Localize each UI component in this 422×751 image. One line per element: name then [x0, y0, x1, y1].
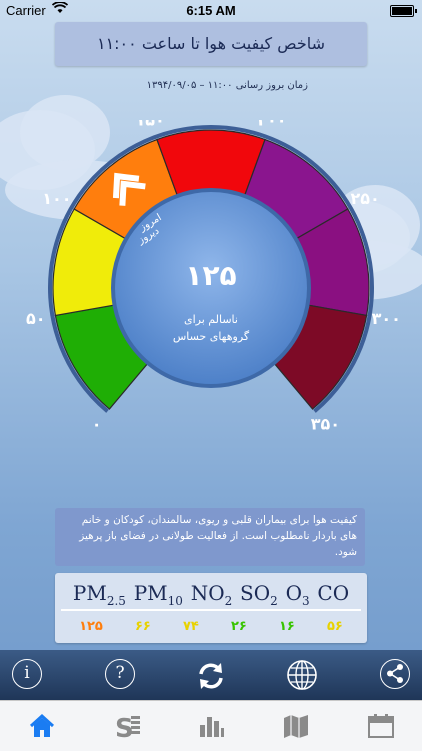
pollutant-value: ۲۶: [231, 619, 247, 634]
info-button[interactable]: i: [12, 659, 42, 689]
pollutant-value: ۱۶: [279, 619, 295, 634]
status-line1: ناسالم برای: [184, 313, 238, 326]
tab-map[interactable]: [281, 711, 311, 741]
scale-label: ۱۵۰: [135, 120, 164, 130]
scale-label: ۰: [92, 414, 102, 430]
map-icon: [284, 715, 308, 738]
scale-label: ۵۰: [26, 309, 46, 328]
pollutant-value: ۶۶: [135, 619, 151, 634]
tab-charts[interactable]: [196, 711, 226, 741]
update-time: زمان بروز رسانی ۱۱:۰۰ – ۱۳۹۴/۰۹/۰۵: [146, 80, 308, 91]
health-description: کیفیت هوا برای بیماران قلبی و ریوی، سالم…: [55, 508, 365, 566]
tab-home[interactable]: [27, 711, 57, 741]
aqi-value: ۱۲۵: [185, 259, 236, 292]
info-icon: i: [24, 663, 30, 683]
tab-bar: S: [0, 700, 422, 751]
tab-calendar[interactable]: [366, 711, 396, 741]
refresh-button[interactable]: [193, 658, 229, 694]
aqi-gauge: ۱۲۵ ناسالم برای گروههای حساس امروز دیروز…: [26, 120, 401, 430]
pollutant-value: ۷۴: [183, 619, 199, 634]
pollutant-name: SO2: [240, 581, 278, 608]
pollutant-names: PM2.5 PM10 NO2 SO2 O3 CO: [61, 573, 361, 611]
pollutant-name: PM10: [133, 581, 183, 608]
pollutant-value: ۵۶: [327, 619, 343, 634]
help-icon: ?: [115, 663, 125, 683]
bar-chart-icon: [200, 717, 224, 737]
scale-icon: S: [115, 714, 140, 744]
pollutant-name: PM2.5: [72, 581, 126, 608]
status-bar: Carrier 6:15 AM: [0, 0, 422, 22]
pollutant-name: CO: [317, 581, 350, 605]
scale-label: ۳۵۰: [311, 414, 340, 430]
battery-icon: [390, 5, 417, 17]
pollutant-panel: PM2.5 PM10 NO2 SO2 O3 CO ۱۲۵ ۶۶ ۷۴ ۲۶ ۱۶ ۵۶: [55, 573, 367, 643]
svg-text:S: S: [115, 714, 134, 741]
help-button[interactable]: ?: [105, 659, 135, 689]
page-title: شاخص کیفیت هوا تا ساعت ۱۱:۰۰: [55, 22, 367, 66]
action-toolbar: i ?: [0, 650, 422, 700]
calendar-icon: [368, 714, 394, 738]
pollutant-name: NO2: [190, 581, 233, 608]
pollutant-values: ۱۲۵ ۶۶ ۷۴ ۲۶ ۱۶ ۵۶: [55, 611, 367, 634]
globe-icon: [287, 660, 317, 690]
clock: 6:15 AM: [186, 3, 236, 18]
pollutant-value: ۱۲۵: [79, 619, 103, 634]
scale-label: ۱۰۰: [42, 189, 71, 208]
tab-scale[interactable]: S: [112, 711, 142, 744]
refresh-icon: [199, 663, 223, 689]
scale-label: ۲۵۰: [351, 189, 380, 208]
globe-button[interactable]: [286, 659, 318, 691]
share-icon: [386, 664, 403, 683]
pollutant-name: O3: [285, 581, 310, 608]
scale-label: ۲۰۰: [257, 120, 286, 130]
status-line2: گروههای حساس: [173, 330, 250, 343]
scale-label: ۳۰۰: [372, 309, 401, 328]
share-button[interactable]: [380, 659, 410, 689]
home-icon: [29, 713, 55, 737]
